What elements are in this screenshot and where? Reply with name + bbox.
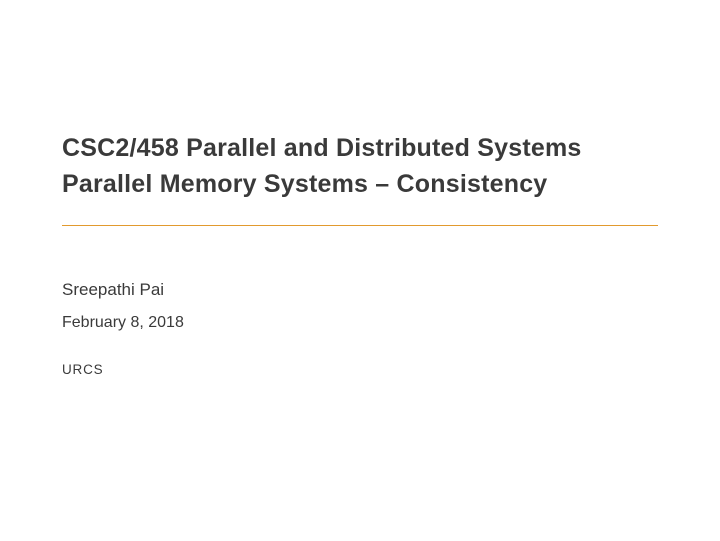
- title-divider: [62, 225, 658, 226]
- title-slide: CSC2/458 Parallel and Distributed System…: [0, 0, 720, 541]
- slide-title-line-2: Parallel Memory Systems – Consistency: [62, 166, 658, 202]
- slide-title-line-1: CSC2/458 Parallel and Distributed System…: [62, 130, 658, 166]
- slide-date: February 8, 2018: [62, 314, 658, 332]
- slide-title-block: CSC2/458 Parallel and Distributed System…: [62, 130, 658, 203]
- affiliation: URCS: [62, 362, 658, 377]
- author-name: Sreepathi Pai: [62, 280, 658, 300]
